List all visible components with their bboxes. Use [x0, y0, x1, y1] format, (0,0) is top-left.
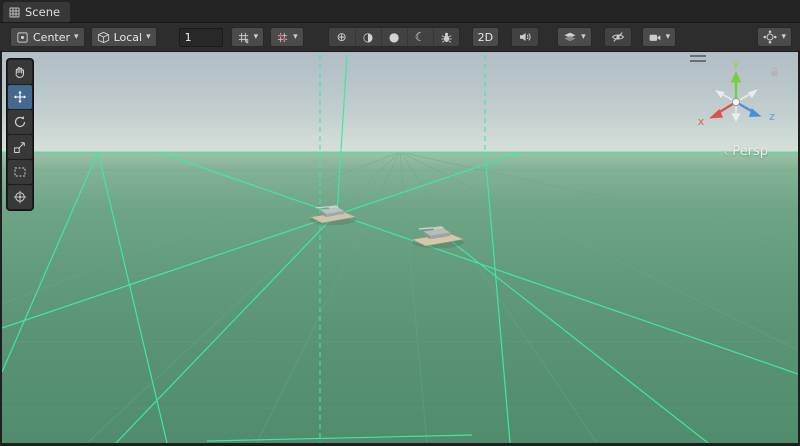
grid-visibility-dropdown[interactable]: ▾: [231, 27, 265, 47]
shaded-sphere-icon[interactable]: ●: [381, 28, 407, 46]
gizmo-z-label: z: [769, 110, 775, 123]
transform-icon: [13, 190, 27, 204]
scale-icon: [13, 140, 27, 154]
rect-icon: [13, 165, 27, 179]
chevron-left-icon: ‹: [723, 146, 728, 158]
chevron-down-icon: ▾: [146, 33, 151, 42]
lighting-toggle-icon[interactable]: ◑: [355, 28, 381, 46]
grid-snap-icon: [237, 31, 250, 44]
scene-wireframe-overlay: [2, 52, 798, 443]
toggle-2d-button[interactable]: 2D: [472, 27, 499, 47]
camera-icon: [648, 31, 662, 44]
tab-label: Scene: [25, 5, 60, 19]
scene-toolbar: Center ▾ Local ▾ ▾ ▾ ⊕ ◑ ● ☾ 2D: [0, 23, 800, 52]
tab-scene[interactable]: Scene: [3, 2, 70, 22]
camera-settings-dropdown[interactable]: ▾: [642, 27, 677, 47]
chevron-down-icon: ▾: [581, 33, 586, 42]
gizmo-y-label: y: [733, 57, 740, 70]
hand-icon: [13, 65, 27, 79]
snap-increment-dropdown[interactable]: ▾: [270, 27, 304, 47]
view-tool-button[interactable]: [8, 60, 32, 84]
rect-tool-button[interactable]: [8, 160, 32, 184]
cube-icon: [97, 31, 110, 44]
audio-muted-icon[interactable]: [512, 28, 538, 46]
tab-strip: Scene: [0, 0, 800, 23]
projection-label: Persp: [732, 144, 768, 159]
chevron-down-icon: ▾: [254, 33, 259, 42]
handle-orientation-dropdown[interactable]: Local ▾: [91, 27, 157, 47]
gizmo-x-label: x: [698, 115, 705, 128]
chevron-down-icon: ▾: [666, 33, 671, 42]
gizmos-dropdown[interactable]: ▾: [757, 27, 792, 47]
scene-viewport[interactable]: y x z ‹ Persp: [2, 52, 798, 443]
rotate-tool-button[interactable]: [8, 110, 32, 134]
chevron-down-icon: ▾: [74, 33, 79, 42]
pivot-mode-label: Center: [33, 31, 70, 44]
move-tool-button[interactable]: [8, 85, 32, 109]
transform-tool-button[interactable]: [8, 185, 32, 209]
shading-mode-globe-icon[interactable]: ⊕: [329, 28, 355, 46]
scene-object-1: [310, 205, 356, 225]
move-icon: [13, 90, 27, 104]
projection-toggle[interactable]: ‹ Persp: [723, 144, 768, 159]
grid-snap-size-input[interactable]: [179, 28, 223, 47]
snap-increment-icon: [276, 31, 289, 44]
scale-tool-button[interactable]: [8, 135, 32, 159]
tool-palette: [6, 58, 34, 211]
gizmo-sphere-icon: [763, 30, 777, 44]
audio-toggle-group: [511, 27, 539, 47]
mode-2d-label: 2D: [478, 31, 493, 44]
handle-orientation-label: Local: [114, 31, 143, 44]
pivot-center-icon: [16, 31, 29, 44]
scene-object-2: [412, 226, 464, 248]
orientation-gizmo[interactable]: y x z: [688, 56, 784, 152]
moon-night-mode-icon[interactable]: ☾: [407, 28, 433, 46]
bug-debug-icon[interactable]: [433, 28, 459, 46]
pivot-mode-dropdown[interactable]: Center ▾: [10, 27, 85, 47]
effects-toggle-dropdown[interactable]: ▾: [557, 27, 592, 47]
rotate-icon: [13, 115, 27, 129]
grid-layout-icon: [9, 7, 20, 18]
scene-visibility-group: [604, 27, 632, 47]
chevron-down-icon: ▾: [781, 33, 786, 42]
layers-effects-icon: [563, 30, 577, 44]
chevron-down-icon: ▾: [293, 33, 298, 42]
eye-slash-hidden-icon[interactable]: [605, 28, 631, 46]
draw-mode-group: ⊕ ◑ ● ☾: [328, 27, 460, 47]
